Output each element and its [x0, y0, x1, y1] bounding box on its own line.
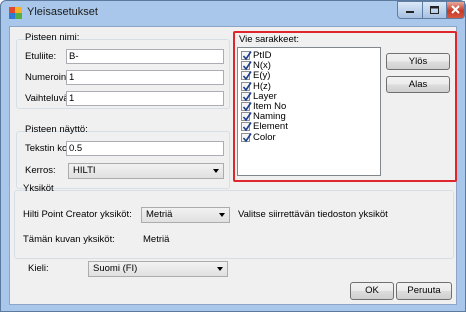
close-icon	[451, 5, 460, 14]
maximize-icon	[430, 6, 439, 14]
close-button[interactable]	[446, 1, 465, 19]
hpc-units-label: Hilti Point Creator yksiköt:	[23, 209, 132, 220]
checkbox[interactable]	[241, 61, 252, 71]
minimize-button[interactable]	[397, 1, 423, 19]
prefix-label: Etuliite:	[25, 51, 57, 62]
layer-value: HILTI	[73, 165, 96, 176]
settings-dialog: Yleisasetukset Pisteen nimi: Etuliite: B…	[0, 0, 466, 312]
app-icon	[9, 7, 22, 19]
units-group	[14, 190, 454, 259]
layer-label: Kerros:	[25, 165, 56, 176]
chevron-down-icon	[219, 213, 225, 217]
checkmark-icon	[242, 112, 252, 122]
checkbox[interactable]	[241, 122, 252, 132]
language-value: Suomi (FI)	[93, 263, 138, 274]
text-size-field[interactable]: 0.5	[66, 141, 224, 156]
checkbox[interactable]	[241, 81, 252, 91]
hpc-units-value: Metriä	[146, 209, 173, 220]
export-columns-label: Vie sarakkeet:	[239, 34, 300, 45]
maximize-button[interactable]	[422, 1, 447, 19]
cancel-button[interactable]: Peruuta	[396, 282, 452, 300]
checkbox[interactable]	[241, 102, 252, 112]
ok-button[interactable]: OK	[350, 282, 394, 300]
checkbox[interactable]	[241, 112, 252, 122]
chevron-down-icon	[217, 267, 223, 271]
units-group-label: Yksiköt	[23, 183, 54, 194]
checkbox[interactable]	[241, 71, 252, 81]
drawing-units-label: Tämän kuvan yksiköt:	[23, 234, 115, 245]
point-name-group-label: Pisteen nimi:	[25, 32, 80, 43]
units-hint: Valitse siirrettävän tiedoston yksiköt	[238, 209, 388, 220]
checkmark-icon	[242, 132, 252, 142]
chevron-down-icon	[213, 169, 219, 173]
title-bar[interactable]: Yleisasetukset	[1, 1, 465, 25]
move-up-button[interactable]: Ylös	[386, 53, 450, 70]
export-columns-list[interactable]: PtID N(x) E(y) H(z) Layer Item No Naming Elemen…	[237, 47, 381, 176]
checkbox[interactable]	[241, 132, 252, 142]
prefix-field[interactable]: B-	[66, 49, 224, 64]
checkmark-icon	[242, 122, 252, 132]
checkmark-icon	[242, 51, 252, 61]
checkbox[interactable]	[241, 51, 252, 61]
move-down-button[interactable]: Alas	[386, 76, 450, 93]
minimize-icon	[406, 11, 414, 13]
checkmark-icon	[242, 81, 252, 91]
step-field[interactable]: 1	[66, 91, 224, 106]
checkmark-icon	[242, 102, 252, 112]
layer-dropdown[interactable]: HILTI	[68, 163, 224, 179]
language-label: Kieli:	[28, 263, 49, 274]
dialog-body: Pisteen nimi: Etuliite: B- Numerointi: 1…	[9, 26, 457, 305]
checkmark-icon	[242, 61, 252, 71]
point-display-group	[16, 131, 230, 189]
hpc-units-dropdown[interactable]: Metriä	[141, 207, 230, 223]
numbering-field[interactable]: 1	[66, 70, 224, 85]
drawing-units-value: Metriä	[143, 234, 170, 245]
language-dropdown[interactable]: Suomi (FI)	[88, 261, 228, 277]
export-column-label: Color	[253, 131, 276, 143]
point-display-group-label: Pisteen näyttö:	[25, 124, 88, 135]
checkmark-icon	[242, 71, 252, 81]
checkmark-icon	[242, 91, 252, 102]
checkbox[interactable]	[241, 91, 252, 102]
window-title: Yleisasetukset	[27, 6, 98, 18]
